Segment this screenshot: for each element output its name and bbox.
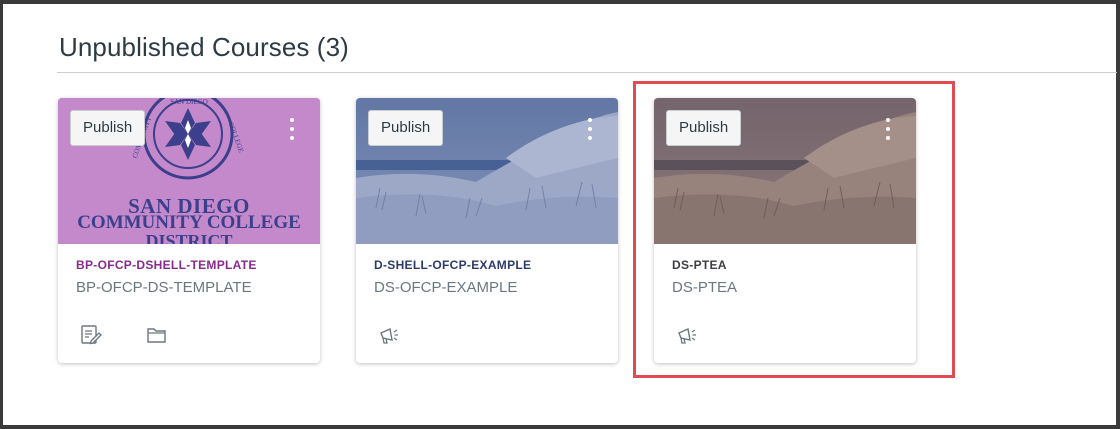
course-code: DS-OFCP-EXAMPLE xyxy=(374,279,518,296)
course-title-link[interactable]: D-SHELL-OFCP-EXAMPLE xyxy=(374,258,531,272)
section-divider xyxy=(57,72,1117,73)
college-name-line3: DISTRICT xyxy=(145,231,233,244)
course-card-hero[interactable]: Publish xyxy=(356,98,618,244)
assignments-icon[interactable] xyxy=(80,324,102,346)
card-options-icon[interactable] xyxy=(586,118,594,142)
files-icon[interactable] xyxy=(146,324,168,346)
course-card[interactable]: SAN DIEGO COLLEGE COMMUNITY SAN DIEGO CO… xyxy=(58,98,320,363)
svg-text:SAN DIEGO: SAN DIEGO xyxy=(170,98,208,106)
course-card-hero[interactable]: SAN DIEGO COLLEGE COMMUNITY SAN DIEGO CO… xyxy=(58,98,320,244)
section-title: Unpublished Courses (3) xyxy=(59,32,349,62)
card-options-icon[interactable] xyxy=(288,118,296,142)
course-card[interactable]: Publish D-SHELL-OFCP-EXAMPLE DS-OFCP-EXA… xyxy=(356,98,618,363)
highlight-box xyxy=(633,81,955,378)
publish-button[interactable]: Publish xyxy=(70,110,146,146)
course-code: BP-OFCP-DS-TEMPLATE xyxy=(76,279,252,296)
announcements-icon[interactable] xyxy=(378,324,400,346)
publish-button[interactable]: Publish xyxy=(368,110,444,146)
course-title-link[interactable]: BP-OFCP-DSHELL-TEMPLATE xyxy=(76,258,257,272)
